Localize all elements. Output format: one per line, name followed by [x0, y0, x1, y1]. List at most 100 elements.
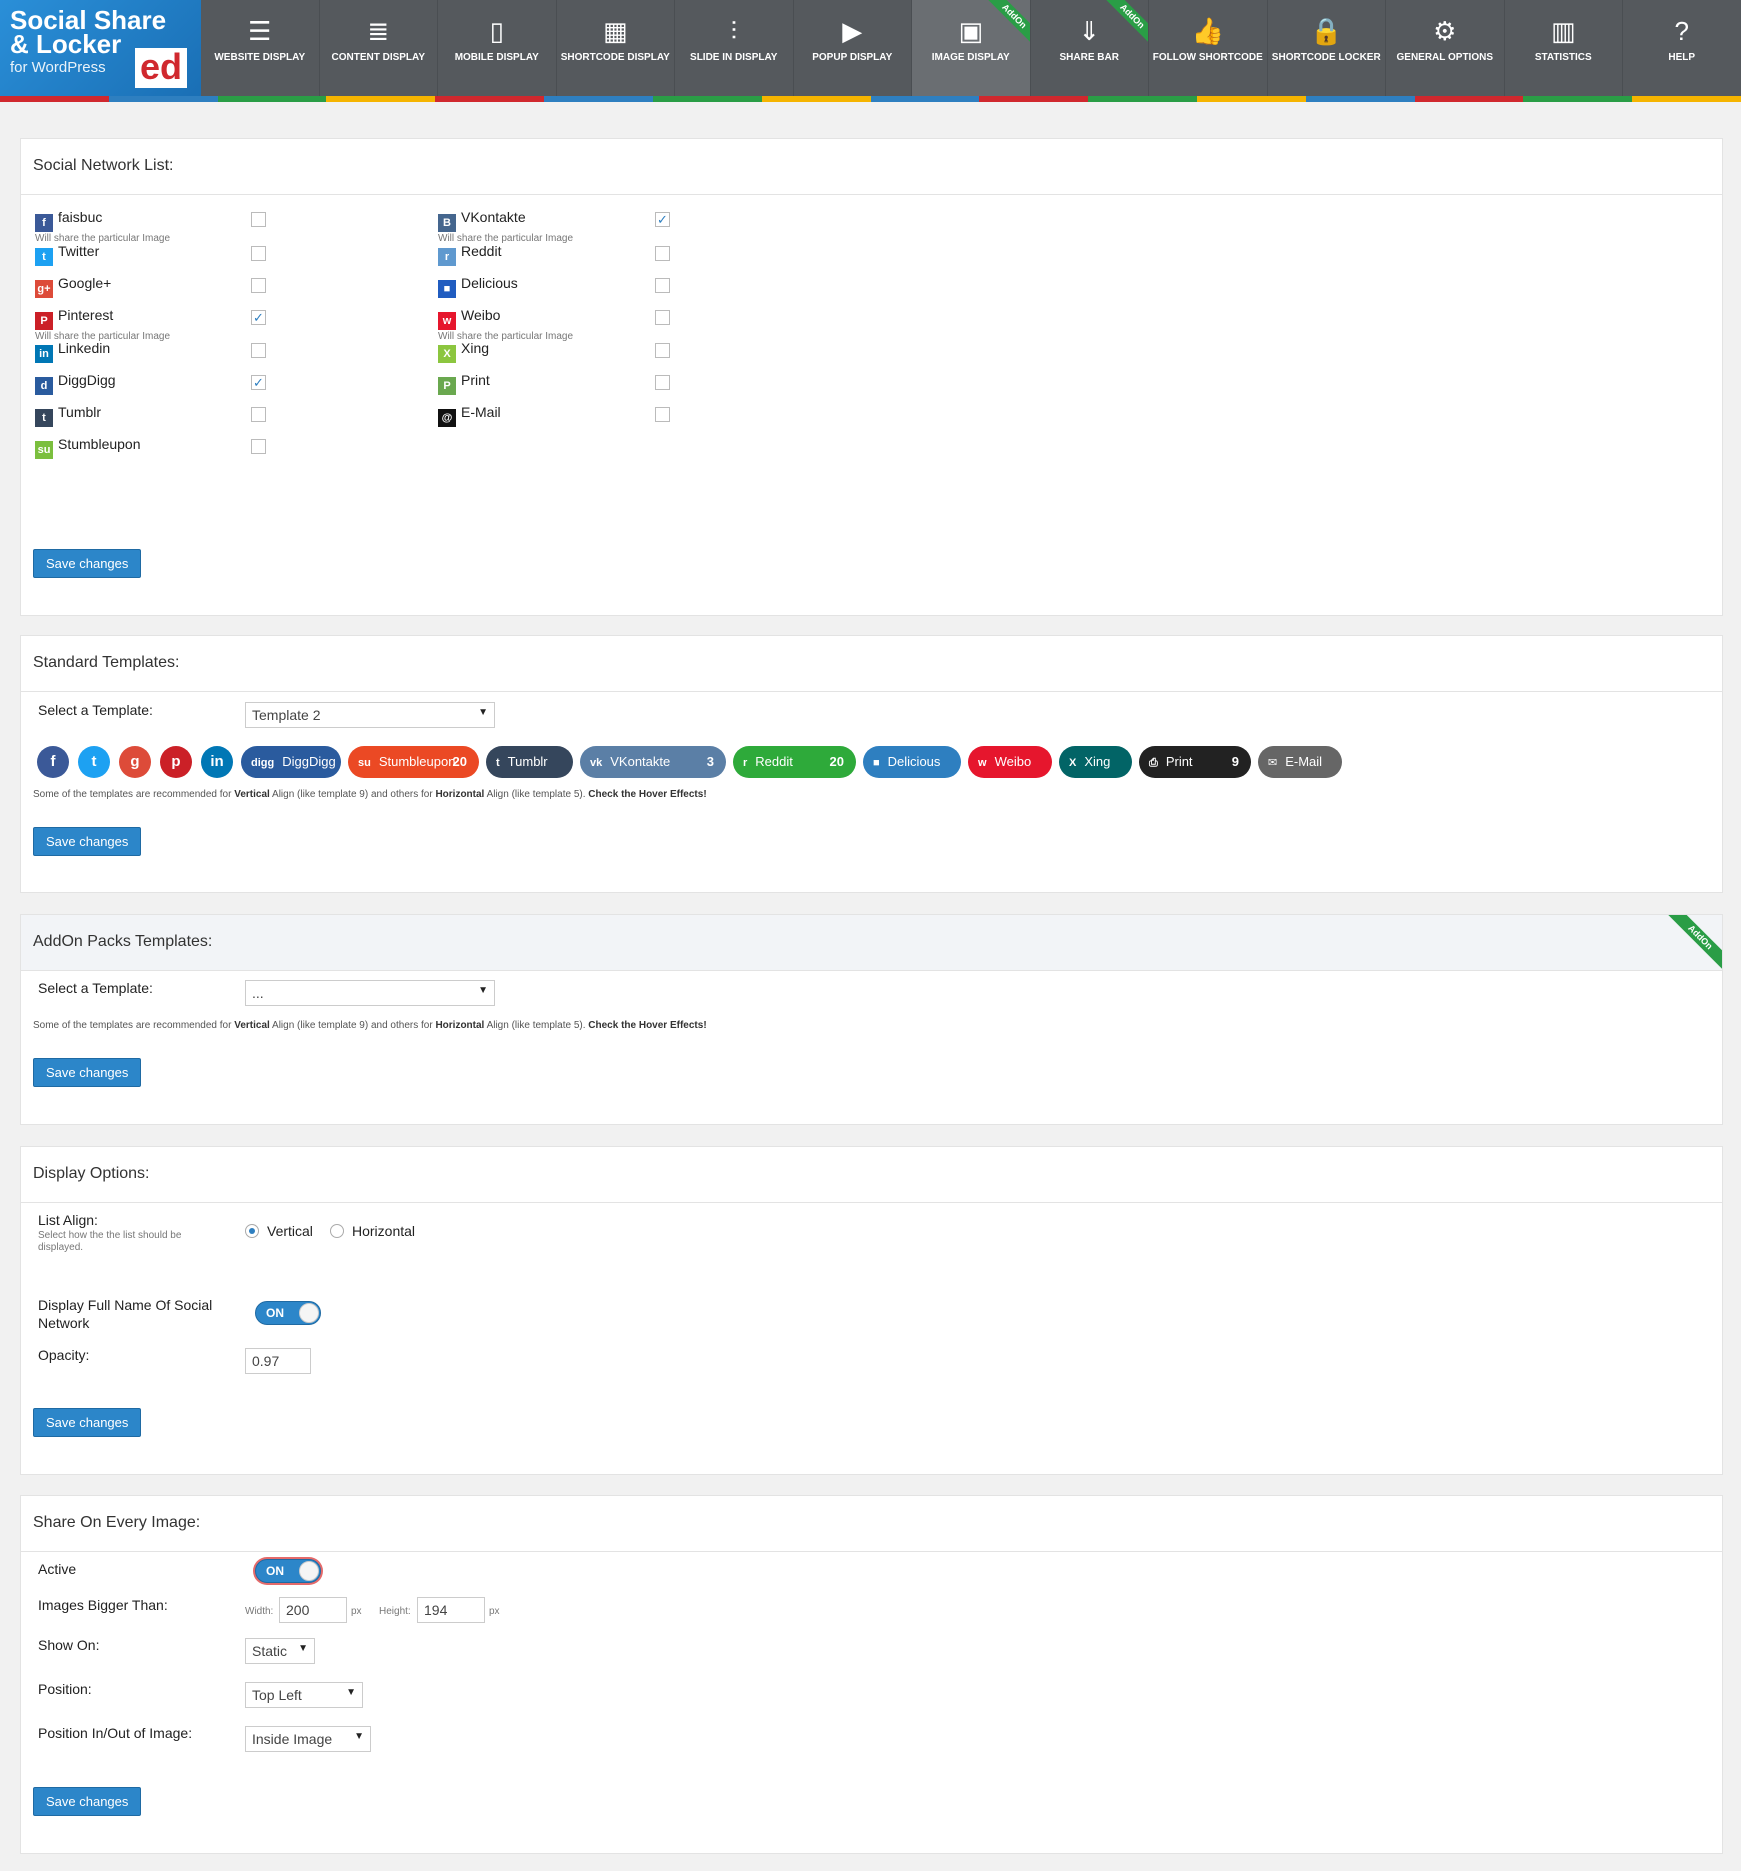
- tumblr-icon: t: [496, 757, 500, 769]
- save-button[interactable]: Save changes: [33, 827, 142, 856]
- network-checkbox[interactable]: [655, 407, 670, 422]
- network-name: Stumbleupon: [58, 436, 141, 452]
- preview-circle-icon[interactable]: in: [201, 746, 233, 778]
- color-stripe-segment: [652, 96, 762, 102]
- app-logo[interactable]: Social Share & Locker for WordPress ed: [0, 0, 201, 96]
- network-checkbox[interactable]: [655, 343, 670, 358]
- template-select[interactable]: Template 2 ▼: [245, 702, 495, 728]
- preview-label: Print: [1165, 754, 1193, 769]
- panel-title: Share On Every Image:: [21, 1496, 1722, 1552]
- show-on-select[interactable]: Static ▼: [245, 1638, 315, 1664]
- opacity-input[interactable]: 0.97: [245, 1348, 311, 1374]
- network-checkbox[interactable]: [251, 343, 266, 358]
- nav-item-content-display[interactable]: ≣ CONTENT DISPLAY: [320, 0, 438, 96]
- list-align-label: List Align: Select how the the list shoul…: [38, 1212, 182, 1253]
- network-checkbox[interactable]: [655, 246, 670, 261]
- nav-item-website-display[interactable]: ☰ WEBSITE DISPLAY: [201, 0, 320, 96]
- xing-icon: X: [438, 345, 456, 363]
- nav-item-label: SHARE BAR: [1059, 52, 1119, 63]
- save-button[interactable]: Save changes: [33, 1058, 142, 1087]
- width-label: Width:: [245, 1606, 274, 1617]
- pinterest-icon: P: [35, 312, 53, 330]
- nav-item-label: SHORTCODE LOCKER: [1271, 52, 1381, 63]
- network-stumbleupon: su Stumbleupon: [35, 436, 141, 459]
- network-checkbox[interactable]: [251, 407, 266, 422]
- nav-item-statistics[interactable]: ▥ STATISTICS: [1505, 0, 1623, 96]
- network-checkbox[interactable]: ✓: [251, 375, 266, 390]
- preview-tumblr-button[interactable]: t Tumblr: [486, 746, 573, 778]
- nav-item-image-display[interactable]: ▣ IMAGE DISPLAY AddOn: [912, 0, 1031, 96]
- nav-item-general-options[interactable]: ⚙ GENERAL OPTIONS: [1386, 0, 1505, 96]
- preview-vkontakte-button[interactable]: vk VKontakte 3: [580, 746, 726, 778]
- position-label: Position:: [38, 1681, 92, 1697]
- vertical-radio[interactable]: [245, 1224, 259, 1238]
- addon-templates-panel: AddOn Packs Templates: AddOn Select a Te…: [20, 914, 1723, 1125]
- network-checkbox[interactable]: [251, 246, 266, 261]
- vertical-label: Vertical: [267, 1223, 313, 1239]
- shortcode-locker-icon: 🔒: [1310, 16, 1343, 46]
- nav-item-shortcode-locker[interactable]: 🔒 SHORTCODE LOCKER: [1268, 0, 1386, 96]
- network-checkbox[interactable]: ✓: [251, 310, 266, 325]
- nav-item-shortcode-display[interactable]: ▦ SHORTCODE DISPLAY: [557, 0, 675, 96]
- save-button[interactable]: Save changes: [33, 1408, 142, 1437]
- preview-stumbleupon-button[interactable]: su Stumbleupon 20: [348, 746, 479, 778]
- stumbleupon-icon: su: [35, 441, 53, 459]
- network-checkbox[interactable]: [655, 278, 670, 293]
- network-reddit: r Reddit: [438, 243, 501, 266]
- network-name: Google+: [58, 275, 112, 291]
- nav-item-mobile-display[interactable]: ▯ MOBILE DISPLAY: [438, 0, 557, 96]
- network-xing: X Xing: [438, 340, 489, 363]
- preview-circle-icon[interactable]: p: [160, 746, 192, 778]
- nav-item-slide-in-display[interactable]: ⫶ SLIDE IN DISPLAY: [675, 0, 794, 96]
- content-display-icon: ≣: [367, 16, 390, 46]
- network-linkedin: in Linkedin: [35, 340, 110, 363]
- network-checkbox[interactable]: [251, 278, 266, 293]
- nav-item-help[interactable]: ? HELP: [1623, 0, 1741, 96]
- network-checkbox[interactable]: [655, 375, 670, 390]
- nav-item-share-bar[interactable]: ⇓ SHARE BAR AddOn: [1031, 0, 1149, 96]
- network-checkbox[interactable]: [655, 310, 670, 325]
- preview-diggdigg-button[interactable]: digg DiggDigg: [241, 746, 341, 778]
- preview-circle-icon[interactable]: f: [37, 746, 69, 778]
- panel-title: Display Options:: [21, 1147, 1722, 1203]
- network-twitter: t Twitter: [35, 243, 99, 266]
- preview-circle-icon[interactable]: t: [78, 746, 110, 778]
- horizontal-radio[interactable]: [330, 1224, 344, 1238]
- active-toggle[interactable]: ON: [255, 1559, 321, 1583]
- preview-xing-button[interactable]: X Xing: [1059, 746, 1132, 778]
- nav-item-popup-display[interactable]: ▶ POPUP DISPLAY: [794, 0, 912, 96]
- weibo-icon: w: [438, 312, 456, 330]
- nav-item-label: GENERAL OPTIONS: [1396, 52, 1494, 63]
- color-stripe-segment: [1632, 96, 1741, 102]
- save-button[interactable]: Save changes: [33, 549, 142, 578]
- color-stripe-segment: [435, 96, 545, 102]
- nav-item-label: HELP: [1668, 52, 1696, 63]
- chevron-down-icon: ▼: [346, 1687, 356, 1698]
- chevron-down-icon: ▼: [354, 1731, 364, 1742]
- network-checkbox[interactable]: ✓: [655, 212, 670, 227]
- vkontakte-icon: B: [438, 214, 456, 232]
- height-input[interactable]: 194: [417, 1597, 485, 1623]
- diggdigg-icon: digg: [251, 757, 275, 769]
- network-name: Linkedin: [58, 340, 111, 356]
- network-name: Weibo: [461, 307, 501, 323]
- full-name-toggle[interactable]: ON: [255, 1301, 321, 1325]
- preview-weibo-button[interactable]: w Weibo: [968, 746, 1052, 778]
- preview-label: Delicious: [887, 754, 941, 769]
- mobile-display-icon: ▯: [489, 16, 504, 46]
- preview-delicious-button[interactable]: ■ Delicious: [863, 746, 961, 778]
- preview-print-button[interactable]: ⎙ Print 9: [1139, 746, 1251, 778]
- save-button[interactable]: Save changes: [33, 1787, 142, 1816]
- preview-reddit-button[interactable]: r Reddit 20: [733, 746, 856, 778]
- nav-item-follow-shortcode[interactable]: 👍 FOLLOW SHORTCODE: [1149, 0, 1268, 96]
- color-stripe-segment: [1196, 96, 1306, 102]
- preview-circle-icon[interactable]: g: [119, 746, 151, 778]
- position-inout-select[interactable]: Inside Image ▼: [245, 1726, 371, 1752]
- network-checkbox[interactable]: [251, 439, 266, 454]
- preview-e-mail-button[interactable]: ✉ E-Mail: [1258, 746, 1342, 778]
- network-checkbox[interactable]: [251, 212, 266, 227]
- position-select[interactable]: Top Left ▼: [245, 1682, 363, 1708]
- main-nav: ☰ WEBSITE DISPLAY ≣ CONTENT DISPLAY ▯ MOBILE …: [201, 0, 1741, 96]
- addon-template-select[interactable]: ... ▼: [245, 980, 495, 1006]
- width-input[interactable]: 200: [279, 1597, 347, 1623]
